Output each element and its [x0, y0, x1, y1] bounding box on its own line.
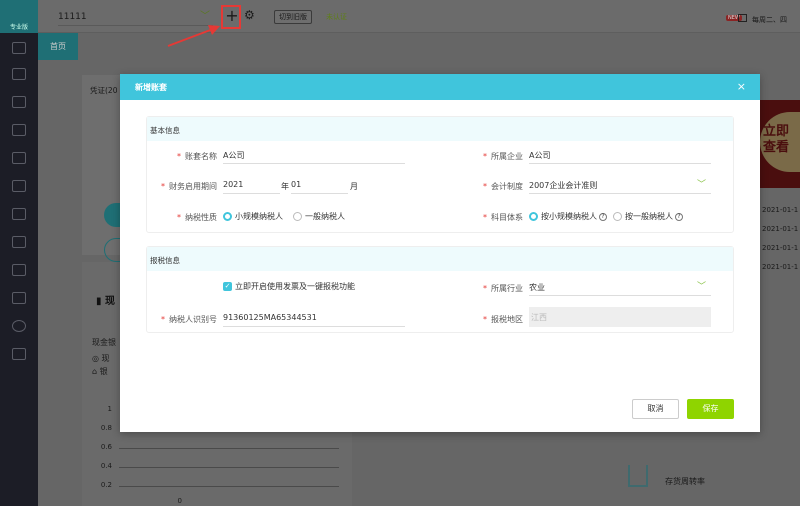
- period-label: * 财务启用期间: [161, 182, 217, 191]
- year-unit: 年: [281, 182, 289, 191]
- region-input: 江西: [529, 307, 711, 327]
- building-icon[interactable]: [12, 152, 26, 164]
- switch-old-version-button[interactable]: 切到旧版: [274, 10, 312, 24]
- y-tick: 1: [107, 405, 112, 413]
- help-icon[interactable]: ?: [599, 212, 607, 221]
- radio-icon: [293, 212, 302, 221]
- close-icon[interactable]: ×: [737, 80, 746, 93]
- account-name-label: * 账套名称: [177, 152, 217, 161]
- settings-icon[interactable]: [12, 320, 26, 332]
- report-icon[interactable]: [12, 180, 26, 192]
- date: 2021-01-1: [762, 263, 799, 271]
- chart-icon[interactable]: [12, 96, 26, 108]
- new-account-dialog: 新增账套 × 基本信息 * 账套名称 A公司 * 财务启用期间 2021 年 01 …: [120, 74, 760, 432]
- export-icon[interactable]: [12, 292, 26, 304]
- checkbox-checked-icon: ✓: [223, 282, 232, 291]
- legend-bank: ⌂ 银: [92, 367, 108, 376]
- dialog-title: 新增账套: [135, 83, 167, 92]
- radio-general-taxpayer[interactable]: 一般纳税人: [293, 211, 345, 222]
- tv-icon[interactable]: [738, 14, 747, 22]
- gear-icon[interactable]: ⚙: [244, 8, 255, 22]
- y-tick: 0.4: [100, 462, 112, 470]
- year-input[interactable]: 2021: [223, 178, 280, 194]
- basic-info-section: 基本信息 * 账套名称 A公司 * 财务启用期间 2021 年 01 月 * 纳税性质…: [146, 116, 734, 233]
- grid-line: [119, 467, 339, 468]
- cash-title: ▮ 现: [96, 296, 115, 307]
- verify-status[interactable]: 未认证: [326, 12, 347, 22]
- company-label: * 所属企业: [483, 152, 523, 161]
- chevron-down-icon[interactable]: ﹀: [697, 279, 706, 292]
- accounting-select[interactable]: 2007企业会计准则: [529, 178, 711, 194]
- enable-invoice-checkbox[interactable]: ✓ 立即开启使用发票及一键报税功能: [223, 281, 355, 292]
- radio-subject-small[interactable]: 按小规模纳税人?: [529, 211, 607, 222]
- industry-select[interactable]: 农业: [529, 280, 711, 296]
- radio-icon: [223, 212, 232, 221]
- month-input[interactable]: 01: [291, 178, 348, 194]
- voucher-title: 凭证(20: [90, 86, 118, 95]
- logo[interactable]: 专业版: [0, 0, 38, 33]
- annotation-arrow-icon: [167, 25, 220, 47]
- inventory-turnover[interactable]: 存货周转率: [665, 476, 705, 487]
- month-unit: 月: [350, 182, 358, 191]
- y-tick: 0.8: [100, 424, 112, 432]
- cash-subtitle: 现金银: [92, 338, 116, 347]
- home-icon[interactable]: [12, 42, 26, 54]
- sidebar: 专业版: [0, 0, 38, 506]
- image-icon[interactable]: [12, 236, 26, 248]
- subject-label: * 科目体系: [483, 213, 523, 222]
- store-icon[interactable]: [12, 208, 26, 220]
- inventory-icon: [628, 465, 648, 487]
- section-title: 报税信息: [147, 247, 733, 271]
- voucher-icon[interactable]: [12, 68, 26, 80]
- tax-info-section: 报税信息 ✓ 立即开启使用发票及一键报税功能 * 纳税人识别号 91360125MA…: [146, 246, 734, 333]
- money-bag-icon[interactable]: [12, 124, 26, 136]
- grid-line: [119, 448, 339, 449]
- tax-nature-label: * 纳税性质: [177, 213, 217, 222]
- region-label: * 报税地区: [483, 315, 523, 324]
- taxpayer-id-input[interactable]: 91360125MA65344531: [223, 311, 405, 327]
- radio-icon: [529, 212, 538, 221]
- legend-cash: ◎ 现: [92, 354, 110, 363]
- radio-subject-general[interactable]: 按一般纳税人?: [613, 211, 683, 222]
- chevron-down-icon[interactable]: ﹀: [697, 177, 706, 190]
- industry-label: * 所属行业: [483, 284, 523, 293]
- help-icon[interactable]: ?: [675, 212, 683, 221]
- date: 2021-01-1: [762, 206, 799, 214]
- date: 2021-01-1: [762, 225, 799, 233]
- grid-line: [119, 486, 339, 487]
- accounting-label: * 会计制度: [483, 182, 523, 191]
- y-tick: 0.6: [100, 443, 112, 451]
- video-icon[interactable]: [12, 348, 26, 360]
- dialog-header: 新增账套: [120, 74, 760, 100]
- save-button[interactable]: 保存: [687, 399, 734, 419]
- taxpayer-id-label: * 纳税人识别号: [161, 315, 217, 324]
- section-title: 基本信息: [147, 117, 733, 141]
- y-tick: 0: [177, 497, 182, 505]
- notice-text[interactable]: 每周二、四: [752, 15, 787, 25]
- radio-small-taxpayer[interactable]: 小规模纳税人: [223, 211, 283, 222]
- date: 2021-01-1: [762, 244, 799, 252]
- account-name-input[interactable]: A公司: [223, 148, 405, 164]
- tab-home[interactable]: 首页: [38, 33, 78, 60]
- stamp-icon[interactable]: [12, 264, 26, 276]
- cancel-button[interactable]: 取消: [632, 399, 679, 419]
- radio-icon: [613, 212, 622, 221]
- company-input[interactable]: A公司: [529, 148, 711, 164]
- logo-label: 专业版: [9, 24, 28, 31]
- y-tick: 0.2: [100, 481, 112, 489]
- topbar: 11111 ﹀ + ⚙ 切到旧版 未认证 NEW 每周二、四: [38, 0, 800, 33]
